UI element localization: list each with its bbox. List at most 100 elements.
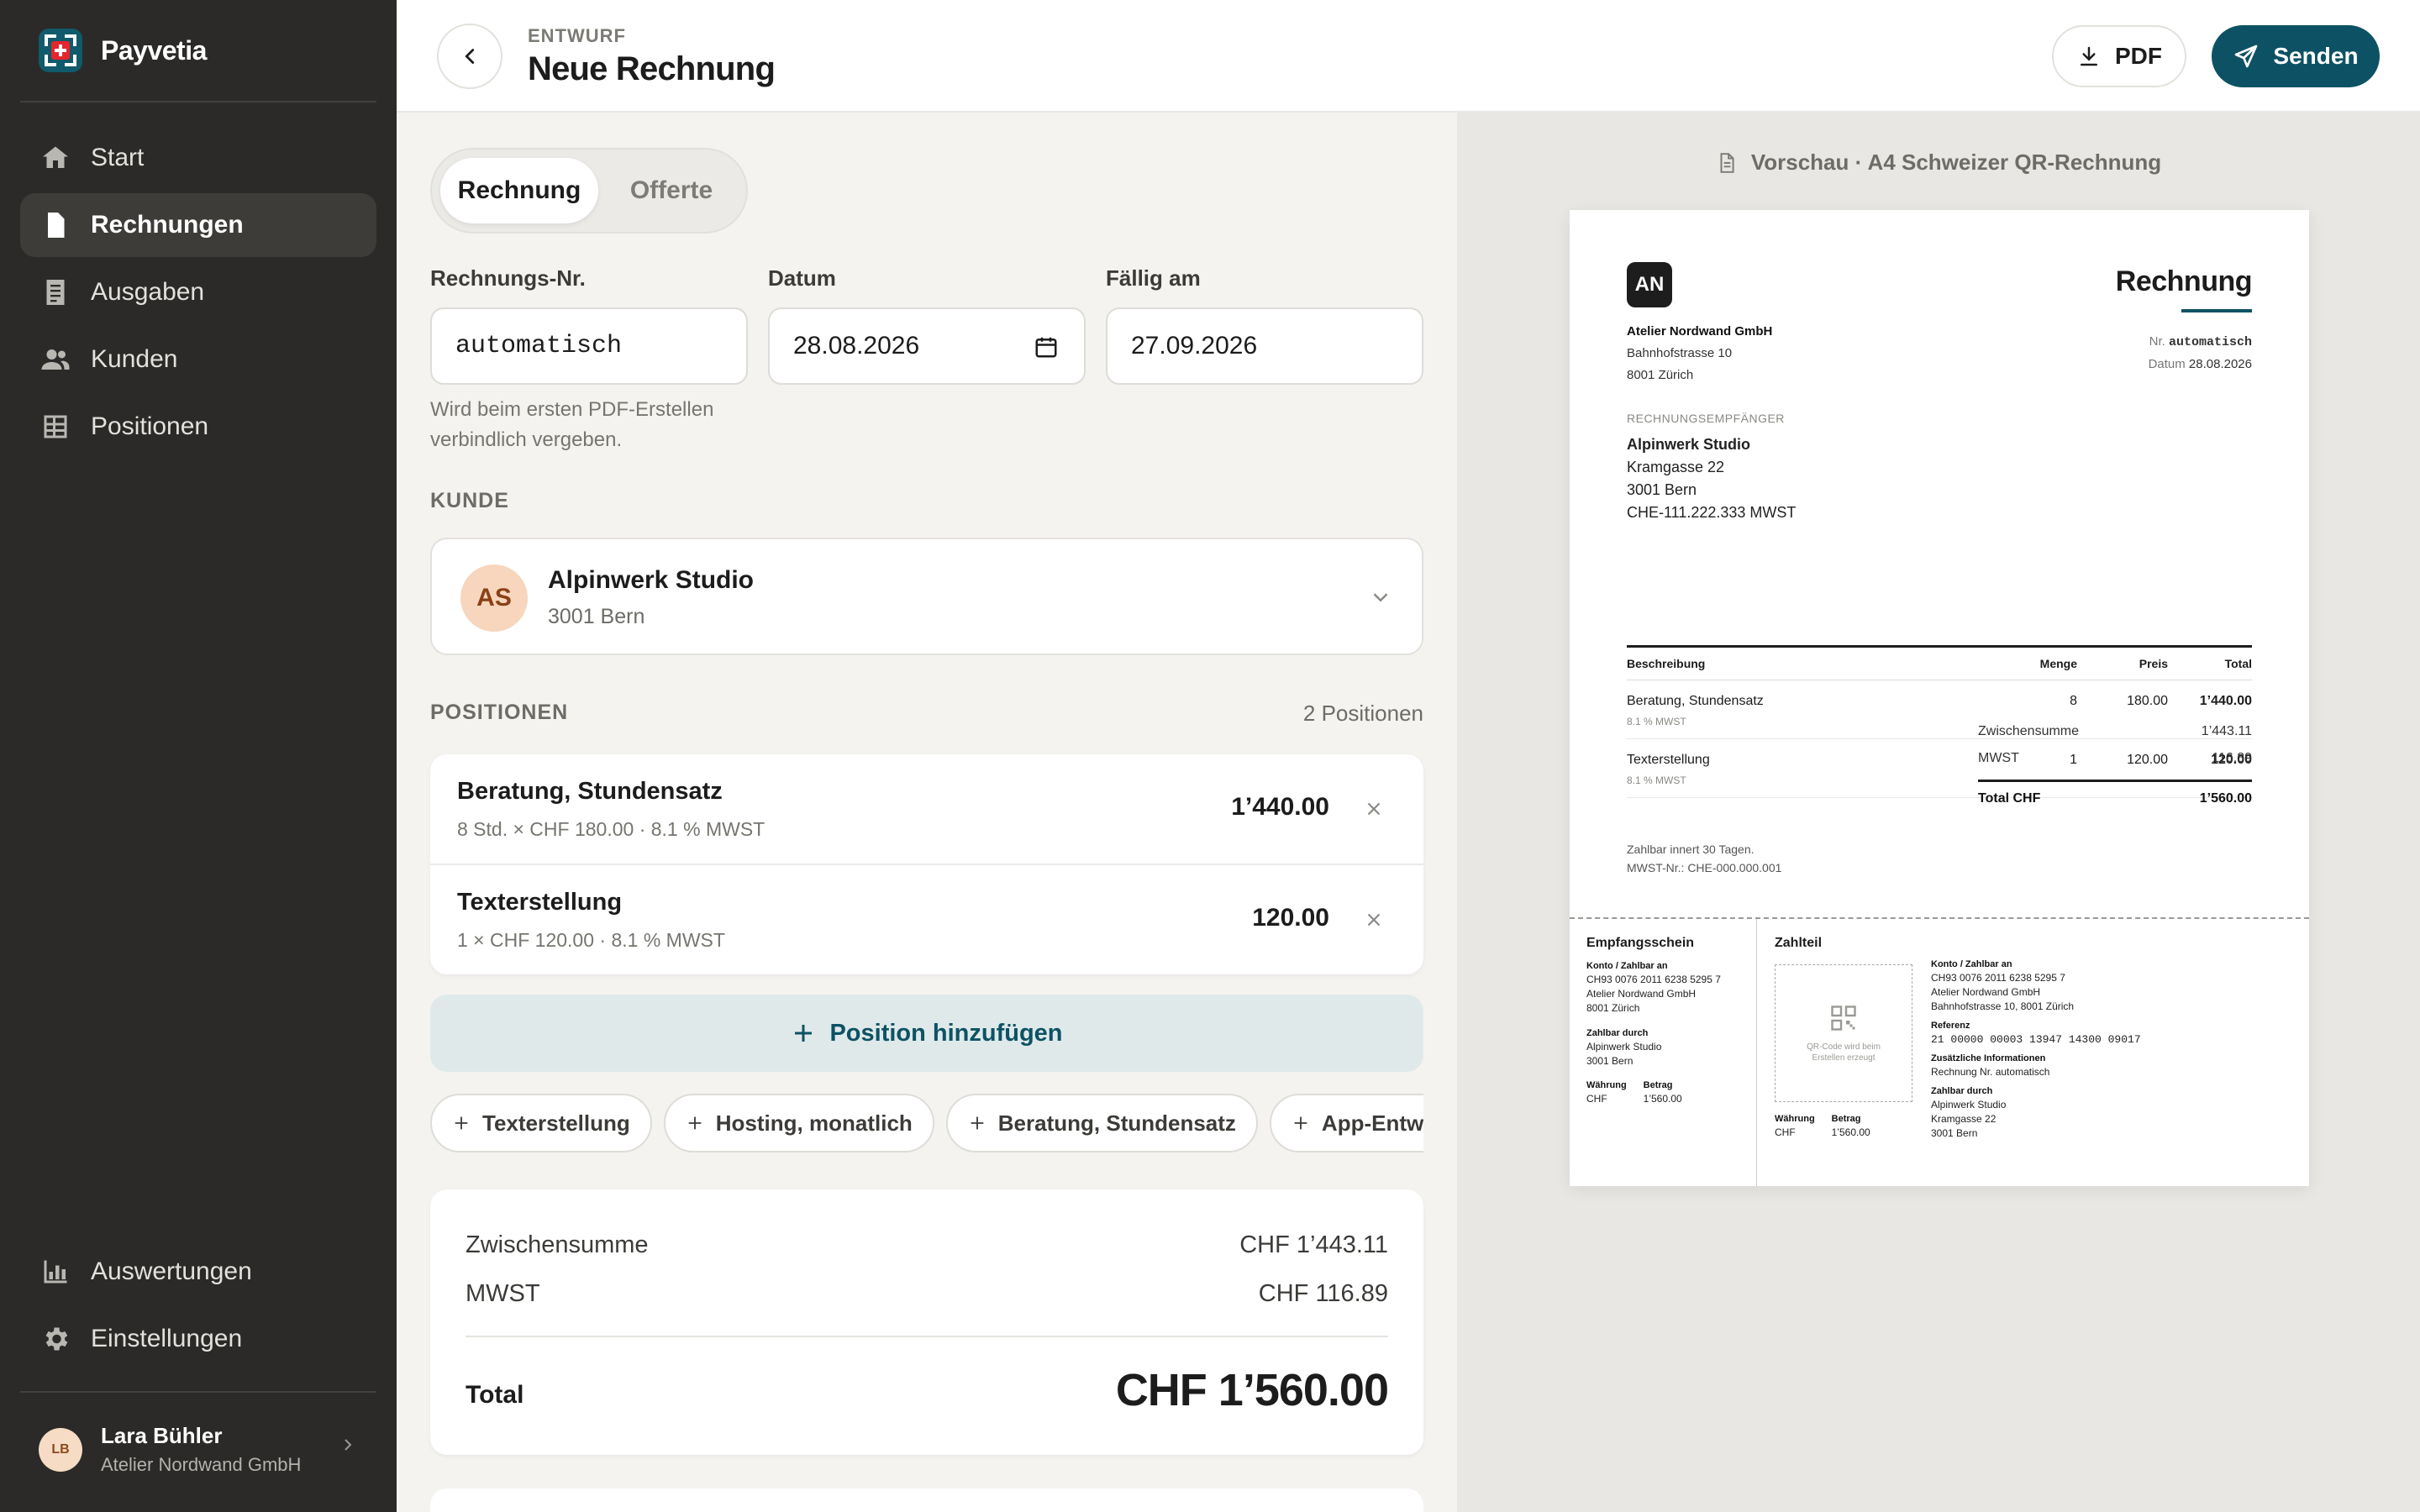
remove-position-icon[interactable] <box>1363 798 1385 820</box>
position-amount: 120.00 <box>1252 904 1329 932</box>
plus-icon <box>688 1116 702 1130</box>
payment-amount-label: Betrag <box>1831 1114 1861 1124</box>
nav-item-label: Ausgaben <box>91 278 205 306</box>
additional-info-value: Rechnung Nr. automatisch <box>1931 1066 2050 1078</box>
nav-item-label: Auswertungen <box>91 1257 252 1285</box>
totals-divider <box>466 1336 1388 1337</box>
position-meta: 1 × CHF 120.00 · 8.1 % MWST <box>457 929 725 951</box>
payment-debtor-city: 3001 Bern <box>1931 1127 1978 1139</box>
quick-add-chip[interactable]: App-Entwicklung <box>1269 1094 1423 1152</box>
qr-code-placeholder: QR-Code wird beim Erstellen erzeugt <box>1775 964 1912 1102</box>
preview-caption-text: Vorschau · A4 Schweizer QR-Rechnung <box>1750 150 2162 175</box>
receipt-debtor-name: Alpinwerk Studio <box>1586 1041 1662 1053</box>
avatar: LB <box>39 1427 82 1472</box>
sidebar-divider <box>20 101 376 102</box>
remove-position-icon[interactable] <box>1363 909 1385 931</box>
receipt-title: Empfangsschein <box>1586 936 1695 950</box>
user-org: Atelier Nordwand GmbH <box>101 1454 302 1475</box>
preview-caption: Vorschau · A4 Schweizer QR-Rechnung <box>1457 150 2420 176</box>
home-icon <box>43 146 68 168</box>
nav-item-kunden[interactable]: Kunden <box>20 328 376 391</box>
tab-rechnung[interactable]: Rechnung <box>440 158 598 223</box>
document-icon <box>1720 152 1734 173</box>
position-row[interactable]: Beratung, Stundensatz 8 Std. × CHF 180.0… <box>430 754 1423 864</box>
preview-total: Total CHF 1’560.00 <box>1978 791 2252 806</box>
chip-label: Beratung, Stundensatz <box>997 1110 1236 1136</box>
meta-nr-label: Nr. <box>2149 334 2165 349</box>
chip-label: Texterstellung <box>482 1110 630 1136</box>
customer-select[interactable]: AS Alpinwerk Studio 3001 Bern <box>430 538 1423 655</box>
subtotal-row: Zwischensumme CHF 1’443.11 <box>466 1231 1388 1259</box>
plus-icon <box>971 1116 984 1130</box>
receipt-creditor-city: 8001 Zürich <box>1586 1002 1640 1014</box>
add-position-label: Position hinzufügen <box>829 1019 1063 1047</box>
col-description: Beschreibung <box>1627 657 1706 670</box>
row-total: 120.00 <box>2211 753 2252 767</box>
payment-details: Konto / Zahlbar an CH93 0076 2011 6238 5… <box>1931 958 2292 1141</box>
receipt-payable-by-label: Zahlbar durch <box>1586 1028 1649 1038</box>
preview-total-divider <box>1978 780 2252 782</box>
nav-item-rechnungen[interactable]: Rechnungen <box>20 193 376 257</box>
back-button[interactable] <box>437 24 502 89</box>
brand[interactable]: Payvetia <box>39 29 207 72</box>
users-icon <box>41 349 70 370</box>
status-eyebrow: ENTWURF <box>528 25 626 46</box>
vat-label: MWST <box>466 1280 540 1307</box>
user-menu[interactable]: LB Lara Bühler Atelier Nordwand GmbH <box>39 1423 358 1476</box>
quick-add-chip[interactable]: Beratung, Stundensatz <box>945 1094 1258 1152</box>
plus-icon <box>1294 1116 1307 1130</box>
invoice-number-label: Rechnungs-Nr. <box>430 265 586 291</box>
payment-part-title: Zahlteil <box>1775 936 1823 950</box>
brand-name: Payvetia <box>101 34 207 66</box>
position-row[interactable]: Texterstellung 1 × CHF 120.00 · 8.1 % MW… <box>430 864 1423 973</box>
receipt-amount-value: 1’560.00 <box>1643 1093 1682 1105</box>
quick-add-chip[interactable]: Hosting, monatlich <box>663 1094 934 1152</box>
payment-account-label: Konto / Zahlbar an <box>1931 959 2012 969</box>
row-vat: 8.1 % MWST <box>1627 716 1686 727</box>
pdf-download-button[interactable]: PDF <box>2052 25 2186 87</box>
customer-section-title: KUNDE <box>430 489 509 512</box>
due-date-input[interactable]: 27.09.2026 <box>1106 307 1423 385</box>
add-position-button[interactable]: Position hinzufügen <box>430 995 1423 1072</box>
receipt-amount: Währung CHF Betrag 1’560.00 <box>1586 1079 1682 1106</box>
bar-chart-icon <box>44 1260 67 1284</box>
table-icon <box>44 415 67 438</box>
preview-total-value: 1’560.00 <box>2199 791 2252 806</box>
subtotal-label: Zwischensumme <box>466 1231 649 1258</box>
date-value: 28.08.2026 <box>793 332 920 360</box>
pdf-button-label: PDF <box>2115 43 2162 69</box>
recipient-street: Kramgasse 22 <box>1627 459 1725 475</box>
title-underline <box>2181 309 2252 312</box>
row-description: Beratung, Stundensatz <box>1627 694 1764 708</box>
calendar-icon[interactable] <box>1034 334 1059 360</box>
nav-item-einstellungen[interactable]: Einstellungen <box>20 1307 376 1371</box>
date-input[interactable]: 28.08.2026 <box>768 307 1086 385</box>
nav-item-start[interactable]: Start <box>20 126 376 190</box>
total-value: CHF 1’560.00 <box>1115 1365 1389 1415</box>
tab-offerte[interactable]: Offerte <box>605 158 738 223</box>
qr-placeholder-text: QR-Code wird beim Erstellen erzeugt <box>1807 1042 1881 1063</box>
nav-item-auswertungen[interactable]: Auswertungen <box>20 1240 376 1304</box>
payment-payable-by-label: Zahlbar durch <box>1931 1086 1993 1096</box>
table-header: Beschreibung Menge Preis Total <box>1627 645 2252 680</box>
receipt-account-label: Konto / Zahlbar an <box>1586 961 1668 971</box>
chip-label: App-Entwicklung <box>1321 1110 1423 1136</box>
document-title: Rechnung <box>2115 265 2253 297</box>
vat-value: CHF 116.89 <box>1258 1280 1388 1307</box>
sender-name: Atelier Nordwand GmbH <box>1627 324 1773 339</box>
receipt-creditor-name: Atelier Nordwand GmbH <box>1586 988 1697 1000</box>
nav-item-positionen[interactable]: Positionen <box>20 395 376 459</box>
invoice-number-input[interactable]: automatisch <box>430 307 748 385</box>
nav-item-ausgaben[interactable]: Ausgaben <box>20 260 376 324</box>
recipient-city: 3001 Bern <box>1627 481 1697 498</box>
page-title: Neue Rechnung <box>528 50 776 87</box>
sender-address: Atelier Nordwand GmbH Bahnhofstrasse 10 … <box>1627 321 1772 386</box>
row-vat: 8.1 % MWST <box>1627 774 1686 786</box>
quick-add-chip[interactable]: Texterstellung <box>430 1094 652 1152</box>
send-button[interactable]: Senden <box>2212 25 2380 87</box>
sender-city: 8001 Zürich <box>1627 368 1694 382</box>
nav-item-label: Positionen <box>91 412 209 440</box>
receipt-payable-by: Zahlbar durch Alpinwerk Studio 3001 Bern <box>1586 1026 1661 1068</box>
subtotal-value: CHF 1’443.11 <box>1239 1231 1388 1258</box>
customer-avatar: AS <box>460 564 528 632</box>
